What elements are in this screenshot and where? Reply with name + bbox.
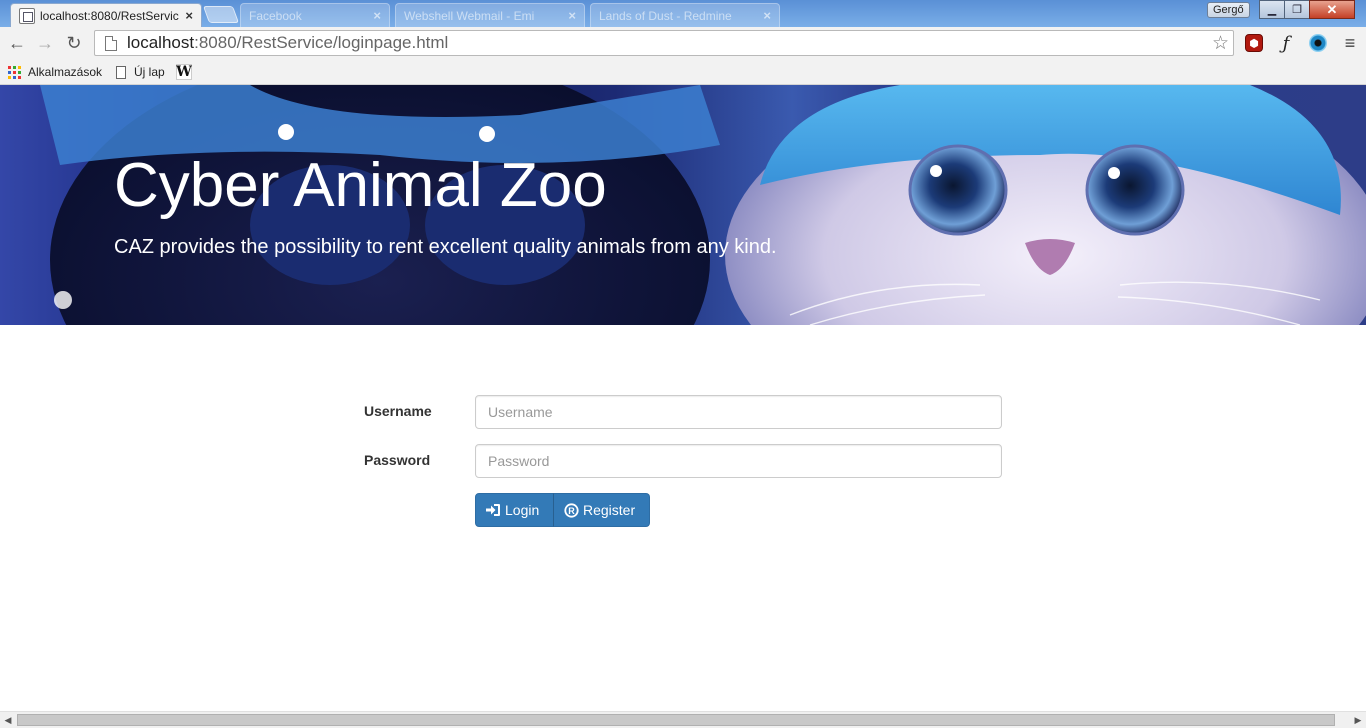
ublock-extension-icon[interactable]: ⬢	[1243, 32, 1265, 54]
registered-icon: R	[564, 502, 579, 518]
site-tagline: CAZ provides the possibility to rent exc…	[114, 236, 777, 258]
form-button-group: Login R Register	[475, 493, 650, 527]
new-tab-button[interactable]	[202, 6, 240, 23]
browser-toolbar: ← → ↻ localhost:8080/RestService/loginpa…	[0, 27, 1366, 59]
tab-background[interactable]: Facebook ×	[240, 3, 390, 27]
username-label: Username	[364, 403, 432, 419]
register-button-label: Register	[583, 502, 636, 518]
bookmark-apps[interactable]: Alkalmazások	[8, 63, 102, 81]
back-icon[interactable]: ←	[6, 32, 28, 54]
login-button[interactable]: Login	[475, 493, 554, 527]
close-window-button[interactable]: ✕	[1309, 0, 1355, 19]
profile-button[interactable]: Gergő	[1207, 2, 1250, 18]
tab-background[interactable]: Lands of Dust - Redmine ×	[590, 3, 780, 27]
forward-icon[interactable]: →	[34, 32, 56, 54]
site-title: Cyber Animal Zoo	[114, 151, 607, 220]
username-input[interactable]	[475, 395, 1002, 429]
tab-title: Facebook	[249, 8, 302, 23]
window-controls: ▁ ❐ ✕	[1259, 0, 1355, 19]
page-icon	[105, 35, 117, 51]
address-bar[interactable]: localhost:8080/RestService/loginpage.htm…	[94, 30, 1234, 56]
url-text[interactable]: localhost:8080/RestService/loginpage.htm…	[127, 33, 448, 53]
bookmark-label: Alkalmazások	[28, 65, 103, 79]
page-favicon-icon	[19, 7, 35, 24]
bookmark-new-tab[interactable]: Új lap	[116, 63, 165, 81]
eye-extension-icon[interactable]	[1307, 32, 1329, 54]
wikipedia-icon: W	[176, 64, 192, 80]
maximize-button[interactable]: ❐	[1284, 0, 1310, 19]
bookmarks-bar: Alkalmazások Új lap W	[0, 59, 1366, 85]
scroll-right-icon[interactable]: ▶	[1352, 715, 1364, 726]
browser-titlebar: localhost:8080/RestService × Facebook × …	[0, 0, 1366, 27]
tab-close-icon[interactable]: ×	[763, 8, 771, 23]
svg-text:R: R	[568, 506, 575, 516]
tab-close-icon[interactable]: ×	[185, 8, 193, 23]
register-button[interactable]: R Register	[553, 493, 650, 527]
minimize-button[interactable]: ▁	[1259, 0, 1285, 19]
tab-title: localhost:8080/RestService	[40, 8, 180, 23]
log-in-icon	[486, 504, 500, 516]
horizontal-scrollbar[interactable]: ◀ ▶	[0, 711, 1366, 728]
tab-close-icon[interactable]: ×	[568, 8, 576, 23]
scrollbar-thumb[interactable]	[17, 714, 1335, 726]
bookmark-label: Új lap	[134, 65, 165, 79]
bookmark-star-icon[interactable]: ☆	[1212, 32, 1229, 55]
bookmark-wikipedia[interactable]: W	[176, 63, 192, 81]
chrome-menu-icon[interactable]: ≡	[1339, 32, 1361, 54]
function-extension-icon[interactable]: ƒ	[1275, 32, 1297, 54]
page-icon	[116, 65, 126, 79]
tab-background[interactable]: Webshell Webmail - Emi ×	[395, 3, 585, 27]
tab-active[interactable]: localhost:8080/RestService ×	[10, 3, 202, 27]
login-button-label: Login	[505, 502, 540, 518]
tab-title: Webshell Webmail - Emi	[404, 8, 535, 23]
reload-icon[interactable]: ↻	[63, 32, 85, 54]
password-label: Password	[364, 452, 431, 468]
tab-close-icon[interactable]: ×	[373, 8, 381, 23]
password-input[interactable]	[475, 444, 1002, 478]
apps-grid-icon	[8, 65, 21, 79]
tab-title: Lands of Dust - Redmine	[599, 8, 732, 23]
scroll-left-icon[interactable]: ◀	[2, 715, 14, 726]
hero-banner: Cyber Animal Zoo CAZ provides the possib…	[0, 85, 1366, 325]
